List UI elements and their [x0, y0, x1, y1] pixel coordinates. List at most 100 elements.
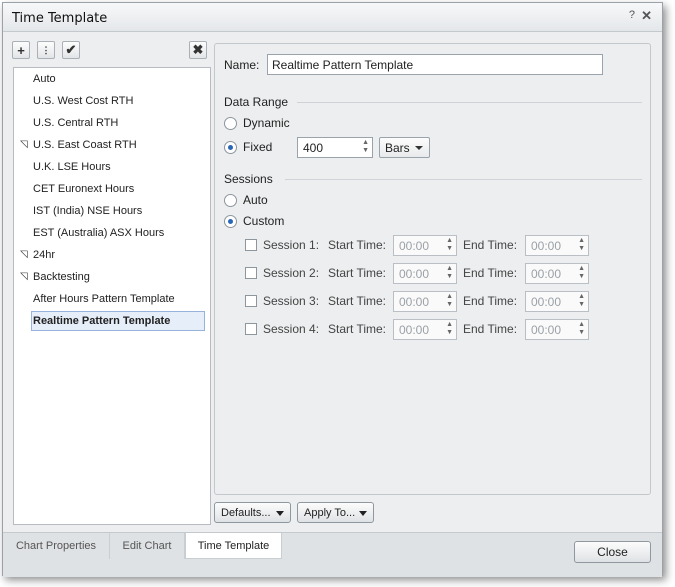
session-3-start-value: 00:00	[399, 294, 430, 309]
tab-chart-properties[interactable]: Chart Properties	[3, 533, 110, 559]
list-item[interactable]: U.S. Central RTH	[14, 113, 204, 133]
close-button-label: Close	[597, 545, 628, 559]
list-item[interactable]: Auto	[14, 69, 204, 89]
session-4-start-time[interactable]: 00:00 ▲ ▼	[393, 319, 457, 340]
session-1-checkbox[interactable]	[245, 239, 257, 251]
session-3-end-value: 00:00	[531, 294, 562, 309]
session-3-end-time[interactable]: 00:00 ▲ ▼	[525, 291, 589, 312]
session-3-start-label: Start Time:	[328, 294, 387, 308]
bars-dropdown-value: Bars	[385, 140, 410, 155]
expand-triangle-icon[interactable]: ◹	[20, 245, 28, 265]
session-1-end-label: End Time:	[463, 238, 518, 252]
list-item[interactable]: ◹ 24hr	[14, 245, 204, 265]
expand-triangle-icon[interactable]: ◹	[20, 267, 28, 287]
custom-sessions-label: Custom	[243, 214, 285, 228]
auto-sessions-radio[interactable]	[224, 194, 237, 207]
session-4-checkbox[interactable]	[245, 323, 257, 335]
list-item[interactable]: EST (Australia) ASX Hours	[14, 223, 204, 243]
stepper-arrows-icon[interactable]: ▲ ▼	[446, 293, 453, 309]
list-item-label: After Hours Pattern Template	[33, 293, 175, 305]
title-bar: Time Template ? ✕	[3, 3, 662, 32]
chevron-down-icon	[359, 511, 367, 516]
session-2-label: Session 2:	[263, 266, 320, 280]
apply-to-button-label: Apply To...	[304, 506, 356, 519]
list-item[interactable]: ◹ U.S. East Coast RTH	[14, 135, 204, 155]
list-item-label: IST (India) NSE Hours	[33, 205, 143, 217]
list-item[interactable]: CET Euronext Hours	[14, 179, 204, 199]
apply-template-button[interactable]: ✔	[62, 41, 80, 59]
tab-label: Time Template	[197, 540, 270, 552]
stepper-arrows-icon[interactable]: ▲ ▼	[446, 265, 453, 281]
tab-label: Chart Properties	[15, 540, 97, 552]
delete-template-button[interactable]: ✖	[189, 41, 207, 59]
name-input[interactable]: Realtime Pattern Template	[267, 54, 603, 75]
session-1-end-time[interactable]: 00:00 ▲ ▼	[525, 235, 589, 256]
add-child-template-button[interactable]: ⋮	[37, 41, 55, 59]
session-4-label: Session 4:	[263, 322, 320, 336]
custom-sessions-radio[interactable]	[224, 215, 237, 228]
session-1-start-label: Start Time:	[328, 238, 387, 252]
list-item[interactable]: U.S. West Cost RTH	[14, 91, 204, 111]
tab-time-template[interactable]: Time Template	[185, 533, 282, 559]
stepper-arrows-icon[interactable]: ▲ ▼	[578, 237, 585, 253]
list-item[interactable]: IST (India) NSE Hours	[14, 201, 204, 221]
defaults-button-label: Defaults...	[221, 506, 271, 519]
stepper-arrows-icon[interactable]: ▲ ▼	[578, 293, 585, 309]
auto-sessions-label: Auto	[243, 193, 268, 207]
session-3-checkbox[interactable]	[245, 295, 257, 307]
time-template-dialog: Time Template ? ✕ + ⋮ ✔ ✖ Auto U.S. West…	[2, 2, 663, 577]
add-template-button[interactable]: +	[12, 41, 30, 59]
session-2-checkbox[interactable]	[245, 267, 257, 279]
session-2-end-time[interactable]: 00:00 ▲ ▼	[525, 263, 589, 284]
sessions-divider	[285, 179, 642, 180]
session-1-start-time[interactable]: 00:00 ▲ ▼	[393, 235, 457, 256]
session-4-end-time[interactable]: 00:00 ▲ ▼	[525, 319, 589, 340]
session-2-start-label: Start Time:	[328, 266, 387, 280]
session-4-end-label: End Time:	[463, 322, 518, 336]
help-icon[interactable]: ?	[629, 9, 635, 21]
expand-triangle-icon[interactable]: ◹	[20, 135, 28, 155]
close-button[interactable]: Close	[574, 541, 651, 563]
name-label: Name:	[224, 58, 260, 72]
stepper-arrows-icon[interactable]: ▲ ▼	[446, 237, 453, 253]
stepper-arrows-icon[interactable]: ▲ ▼	[578, 265, 585, 281]
list-item-label: Realtime Pattern Template	[33, 315, 171, 327]
list-item-label: U.K. LSE Hours	[33, 161, 111, 173]
list-item[interactable]: ◹ Backtesting	[14, 267, 204, 287]
list-item-selected[interactable]: Realtime Pattern Template	[31, 311, 205, 331]
close-icon[interactable]: ✕	[641, 8, 652, 24]
session-2-start-time[interactable]: 00:00 ▲ ▼	[393, 263, 457, 284]
tab-label: Edit Chart	[122, 540, 172, 552]
defaults-button[interactable]: Defaults...	[214, 502, 291, 523]
list-item-label: U.S. Central RTH	[33, 117, 119, 129]
stepper-arrows-icon[interactable]: ▲ ▼	[446, 321, 453, 337]
list-item[interactable]: U.K. LSE Hours	[14, 157, 204, 177]
name-input-value: Realtime Pattern Template	[272, 57, 414, 72]
session-3-end-label: End Time:	[463, 294, 518, 308]
fixed-bars-stepper[interactable]: 400 ▲ ▼	[297, 137, 373, 158]
list-item-label: 24hr	[33, 249, 56, 261]
session-1-label: Session 1:	[263, 238, 320, 252]
session-2-end-value: 00:00	[531, 266, 562, 281]
stepper-arrows-icon[interactable]: ▲ ▼	[578, 321, 585, 337]
stepper-arrows-icon[interactable]: ▲ ▼	[362, 139, 369, 155]
list-item[interactable]: After Hours Pattern Template	[14, 289, 204, 309]
session-4-start-value: 00:00	[399, 322, 430, 337]
session-1-end-value: 00:00	[531, 238, 562, 253]
dynamic-radio[interactable]	[224, 117, 237, 130]
fixed-radio[interactable]	[224, 141, 237, 154]
checkmark-icon: ✔	[65, 42, 77, 57]
list-item-label: Backtesting	[33, 271, 90, 283]
fixed-bars-value: 400	[303, 140, 324, 155]
list-item-label: U.S. West Cost RTH	[33, 95, 134, 107]
add-child-icon: ⋮	[41, 44, 51, 55]
tab-edit-chart[interactable]: Edit Chart	[110, 533, 185, 559]
list-item-label: U.S. East Coast RTH	[33, 139, 137, 151]
sessions-heading: Sessions	[224, 172, 273, 186]
bars-dropdown[interactable]: Bars	[379, 137, 430, 158]
data-range-divider	[297, 102, 642, 103]
session-3-start-time[interactable]: 00:00 ▲ ▼	[393, 291, 457, 312]
apply-to-button[interactable]: Apply To...	[297, 502, 374, 523]
session-2-start-value: 00:00	[399, 266, 430, 281]
list-item-label: Auto	[33, 73, 56, 85]
